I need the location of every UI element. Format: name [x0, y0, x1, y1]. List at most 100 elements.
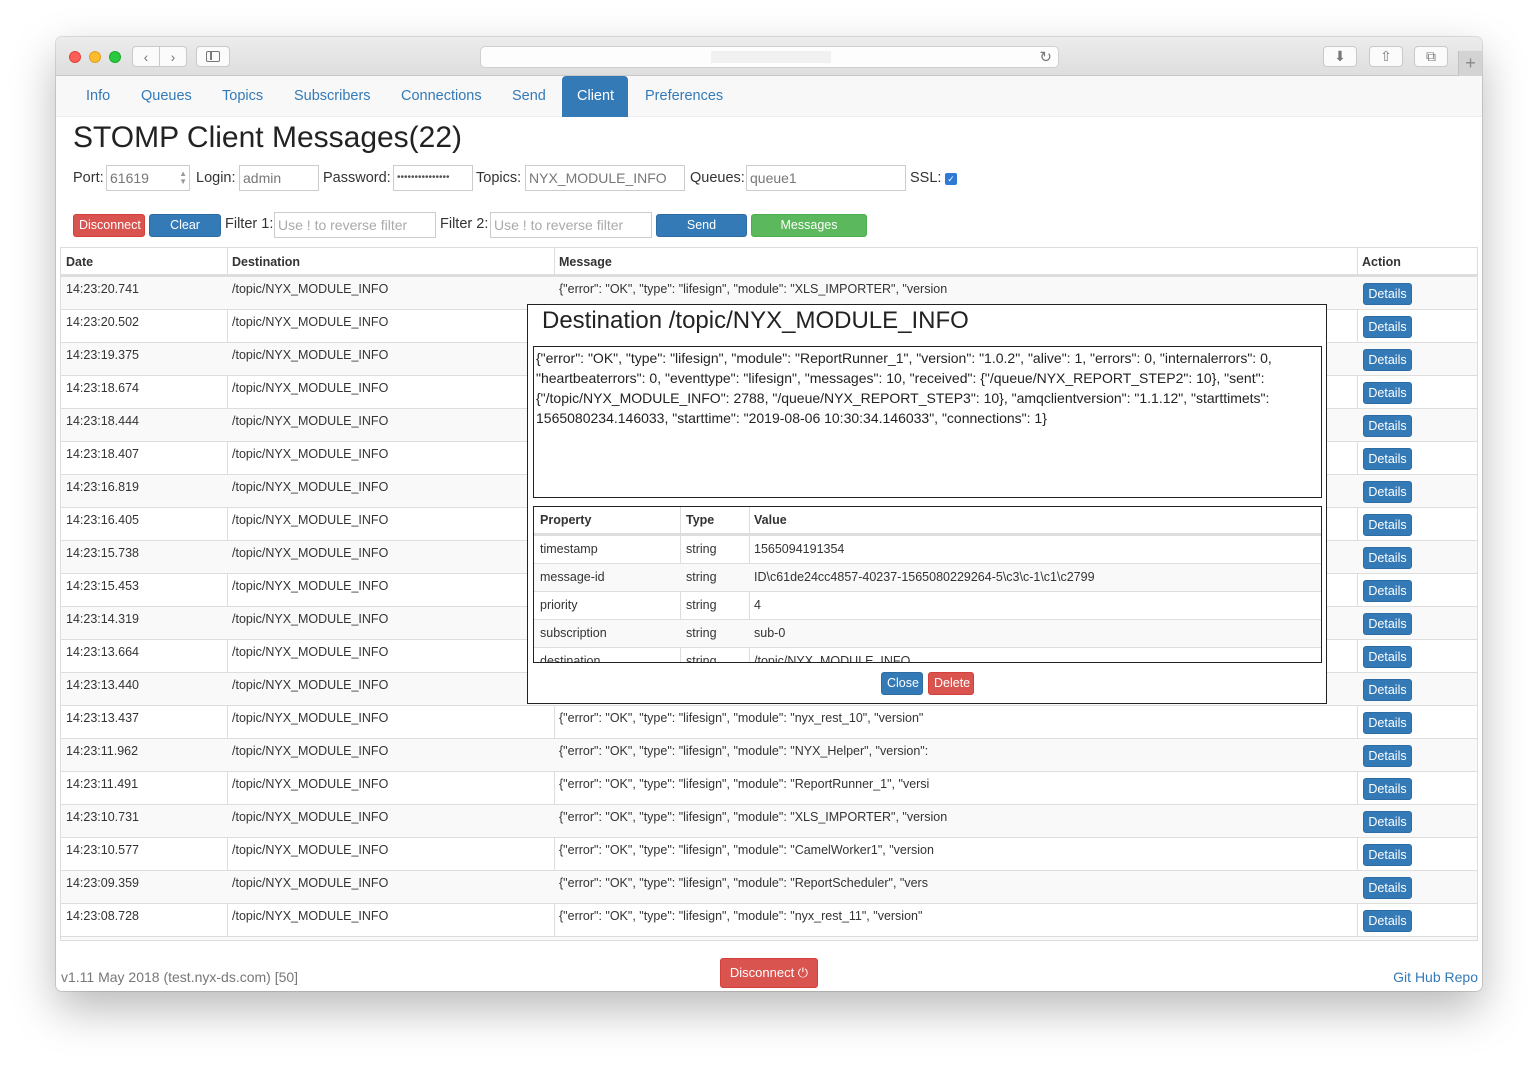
details-button[interactable]: Details	[1363, 547, 1412, 569]
stepper-icon[interactable]: ▲ ▼	[179, 170, 187, 186]
details-button[interactable]: Details	[1363, 316, 1412, 338]
details-button[interactable]: Details	[1363, 811, 1412, 833]
details-button[interactable]: Details	[1363, 448, 1412, 470]
date-cell: 14:23:11.491	[66, 777, 139, 791]
date-cell: 14:23:15.738	[66, 546, 139, 560]
sidebar-toggle-button[interactable]	[196, 46, 230, 67]
connection-form: Port: 61619 ▲ ▼ Login: admin Password: ••…	[73, 165, 1473, 191]
property-name: subscription	[540, 626, 607, 640]
message-cell: {"error": "OK", "type": "lifesign", "mod…	[559, 744, 929, 758]
property-header: Property	[540, 513, 592, 527]
table-row: 14:23:10.577/topic/NYX_MODULE_INFO {"erro…	[61, 837, 1477, 870]
port-input[interactable]: 61619 ▲ ▼	[106, 165, 190, 191]
tab-send[interactable]: Send	[497, 76, 561, 117]
details-button[interactable]: Details	[1363, 613, 1412, 635]
details-button[interactable]: Details	[1363, 415, 1412, 437]
history-nav-group: ‹ ›	[132, 46, 187, 67]
send-message-button[interactable]: Send Message	[656, 214, 747, 253]
date-cell: 14:23:18.407	[66, 447, 139, 461]
tab-info[interactable]: Info	[71, 76, 125, 117]
disconnect-button[interactable]: Disconnect	[73, 214, 145, 237]
new-tab-button[interactable]: +	[1458, 51, 1482, 76]
property-value: ID\c61de24cc4857-40237-1565080229264-5\c…	[754, 570, 1095, 584]
property-type: string	[686, 598, 717, 612]
date-cell: 14:23:13.440	[66, 678, 139, 692]
topics-input[interactable]: NYX_MODULE_INFO	[525, 165, 685, 191]
zoom-window-button[interactable]	[109, 51, 121, 63]
password-input[interactable]: •••••••••••••••	[393, 165, 473, 191]
details-button[interactable]: Details	[1363, 745, 1412, 767]
table-row	[61, 936, 1477, 940]
back-icon[interactable]: ‹	[133, 49, 159, 65]
details-button[interactable]: Details	[1363, 481, 1412, 503]
forward-icon[interactable]: ›	[160, 49, 186, 65]
date-cell: 14:23:08.728	[66, 909, 139, 923]
table-row: 14:23:08.728/topic/NYX_MODULE_INFO {"erro…	[61, 903, 1477, 936]
tab-topics[interactable]: Topics	[207, 76, 278, 117]
downloads-button[interactable]: ⬇	[1323, 46, 1357, 67]
details-button[interactable]: Details	[1363, 646, 1412, 668]
message-body[interactable]: {"error": "OK", "type": "lifesign", "mod…	[533, 346, 1322, 498]
share-icon: ⇧	[1380, 48, 1392, 64]
property-type: string	[686, 570, 717, 584]
date-cell: 14:23:10.731	[66, 810, 139, 824]
property-value: 1565094191354	[754, 542, 845, 556]
table-row: 14:23:11.962/topic/NYX_MODULE_INFO {"erro…	[61, 738, 1477, 771]
github-repo-link[interactable]: Git Hub Repo	[1393, 969, 1478, 985]
version-info: v1.11 May 2018 (test.nyx-ds.com) [50]	[61, 969, 299, 985]
destination-cell: /topic/NYX_MODULE_INFO	[232, 711, 389, 725]
date-cell: 14:23:14.319	[66, 612, 139, 626]
details-button[interactable]: Details	[1363, 877, 1412, 899]
message-header[interactable]: Message	[559, 255, 612, 269]
date-cell: 14:23:18.444	[66, 414, 139, 428]
url-text	[711, 51, 831, 63]
property-type: string	[686, 542, 717, 556]
port-label: Port:	[73, 170, 104, 186]
message-cell: {"error": "OK", "type": "lifesign", "mod…	[559, 843, 934, 857]
details-button[interactable]: Details	[1363, 844, 1412, 866]
property-name: timestamp	[540, 542, 598, 556]
date-cell: 14:23:18.674	[66, 381, 139, 395]
details-button[interactable]: Details	[1363, 382, 1412, 404]
date-cell: 14:23:16.819	[66, 480, 139, 494]
reload-icon[interactable]: ↻	[1039, 48, 1052, 66]
tab-subscribers[interactable]: Subscribers	[279, 76, 386, 117]
address-bar[interactable]: ↻	[480, 46, 1059, 68]
minimize-window-button[interactable]	[89, 51, 101, 63]
tab-connections[interactable]: Connections	[386, 76, 497, 117]
tab-overview-button[interactable]: ⧉	[1414, 46, 1448, 67]
messages-timeline-button[interactable]: Messages Timeline	[751, 214, 867, 253]
details-button[interactable]: Details	[1363, 514, 1412, 536]
filter1-input[interactable]: Use ! to reverse filter	[274, 212, 436, 238]
date-cell: 14:23:13.664	[66, 645, 139, 659]
details-button[interactable]: Details	[1363, 580, 1412, 602]
clear-table-button[interactable]: Clear Table	[149, 214, 221, 253]
type-header: Type	[686, 513, 715, 527]
properties-table[interactable]: Property Type Value timestamp string 15650…	[533, 506, 1322, 663]
ssl-checkbox[interactable]: ✓	[945, 173, 957, 185]
tab-client[interactable]: Client	[562, 76, 628, 117]
footer-disconnect-button[interactable]: Disconnect ⏻	[720, 958, 818, 988]
details-button[interactable]: Details	[1363, 349, 1412, 371]
details-button[interactable]: Details	[1363, 712, 1412, 734]
close-button[interactable]: Close	[881, 672, 923, 695]
queues-input[interactable]: queue1	[746, 165, 906, 191]
details-button[interactable]: Details	[1363, 910, 1412, 932]
date-cell: 14:23:16.405	[66, 513, 139, 527]
destination-cell: /topic/NYX_MODULE_INFO	[232, 546, 389, 560]
destination-cell: /topic/NYX_MODULE_INFO	[232, 282, 389, 296]
login-input[interactable]: admin	[239, 165, 319, 191]
tab-queues[interactable]: Queues	[126, 76, 207, 117]
destination-header[interactable]: Destination	[232, 255, 300, 269]
tab-preferences[interactable]: Preferences	[630, 76, 738, 117]
details-button[interactable]: Details	[1363, 283, 1412, 305]
share-button[interactable]: ⇧	[1369, 46, 1403, 67]
date-header[interactable]: Date	[66, 255, 93, 269]
destination-cell: /topic/NYX_MODULE_INFO	[232, 876, 389, 890]
details-button[interactable]: Details	[1363, 679, 1412, 701]
close-window-button[interactable]	[69, 51, 81, 63]
delete-button[interactable]: Delete	[928, 672, 974, 695]
details-button[interactable]: Details	[1363, 778, 1412, 800]
filter2-input[interactable]: Use ! to reverse filter	[490, 212, 652, 238]
app-navbar: Info Queues Topics Subscribers Connectio…	[56, 76, 1482, 117]
